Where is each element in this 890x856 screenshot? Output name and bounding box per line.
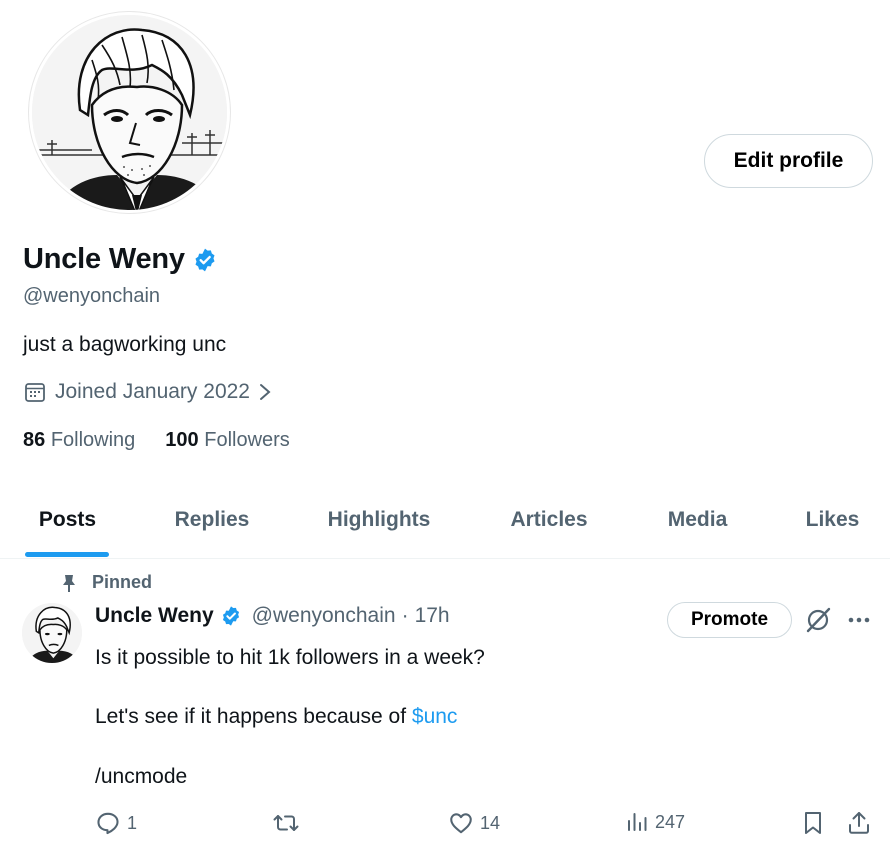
share-action[interactable] xyxy=(847,810,871,836)
pin-icon xyxy=(63,574,75,592)
grok-icon[interactable] xyxy=(804,606,832,634)
tab-media[interactable]: Media xyxy=(645,480,750,559)
followers-label: Followers xyxy=(204,429,290,451)
post-author-avatar[interactable] xyxy=(22,603,82,663)
share-icon xyxy=(849,812,869,834)
post-text-line2-prefix: Let's see if it happens because of xyxy=(95,705,412,728)
pinned-label: Pinned xyxy=(92,572,153,592)
profile-name: Uncle Weny xyxy=(23,243,185,275)
profile-bio: just a bagworking unc xyxy=(23,333,227,356)
post-author-handle[interactable]: @wenyonchain xyxy=(252,604,396,628)
following-count: 86 xyxy=(23,429,46,451)
post-author-name[interactable]: Uncle Weny xyxy=(95,604,214,628)
verified-badge-icon[interactable] xyxy=(220,605,242,627)
tab-highlights[interactable]: Highlights xyxy=(305,480,453,559)
reply-action[interactable]: 1 xyxy=(95,810,137,836)
chevron-right-icon xyxy=(259,384,271,400)
verified-badge-icon[interactable] xyxy=(192,247,218,273)
reply-icon xyxy=(97,812,119,835)
followers-link[interactable]: 100 Followers xyxy=(165,429,290,452)
active-tab-indicator xyxy=(25,552,109,557)
post-meta-separator: · xyxy=(401,604,409,627)
edit-profile-button[interactable]: Edit profile xyxy=(704,134,873,188)
top-cutoff-decoration xyxy=(360,0,540,4)
post-text-line1: Is it possible to hit 1k followers in a … xyxy=(95,646,485,669)
profile-tabs: Posts Replies Highlights Articles Media … xyxy=(0,480,890,559)
repost-icon xyxy=(273,815,299,831)
reply-count: 1 xyxy=(127,812,138,833)
more-options-icon[interactable] xyxy=(846,610,872,630)
heart-icon xyxy=(450,813,472,834)
bookmark-icon xyxy=(805,812,821,834)
like-count: 14 xyxy=(480,812,501,833)
tab-replies[interactable]: Replies xyxy=(150,480,274,559)
profile-name-row: Uncle Weny xyxy=(23,243,218,276)
post-text-line2: Let's see if it happens because of $unc xyxy=(95,705,457,729)
calendar-icon xyxy=(25,383,45,402)
post-header: Uncle Weny @wenyonchain · 17h xyxy=(95,604,450,628)
follow-stats: 86 Following 100 Followers xyxy=(23,429,290,452)
followers-count: 100 xyxy=(165,429,199,451)
bookmark-action[interactable] xyxy=(802,810,824,836)
tab-likes[interactable]: Likes xyxy=(790,480,875,559)
joined-label: Joined January 2022 xyxy=(55,380,250,403)
avatar-thumbnail xyxy=(22,603,82,663)
profile-handle: @wenyonchain xyxy=(23,285,161,307)
views-count: 247 xyxy=(655,811,686,832)
views-action[interactable]: 247 xyxy=(625,810,685,834)
like-action[interactable]: 14 xyxy=(448,810,500,836)
cashtag-link[interactable]: $unc xyxy=(412,705,458,728)
analytics-icon xyxy=(628,813,647,831)
avatar-illustration xyxy=(32,15,227,210)
repost-action[interactable] xyxy=(272,810,300,836)
promote-button[interactable]: Promote xyxy=(667,602,792,638)
pinned-indicator: Pinned xyxy=(60,572,152,593)
following-link[interactable]: 86 Following xyxy=(23,429,135,452)
joined-date[interactable]: Joined January 2022 xyxy=(23,380,272,404)
post-text-line3: /uncmode xyxy=(95,765,188,788)
profile-avatar[interactable] xyxy=(29,12,230,213)
tab-articles[interactable]: Articles xyxy=(485,480,613,559)
tab-posts[interactable]: Posts xyxy=(20,480,115,559)
post-timestamp[interactable]: 17h xyxy=(415,604,450,628)
following-label: Following xyxy=(50,429,136,451)
